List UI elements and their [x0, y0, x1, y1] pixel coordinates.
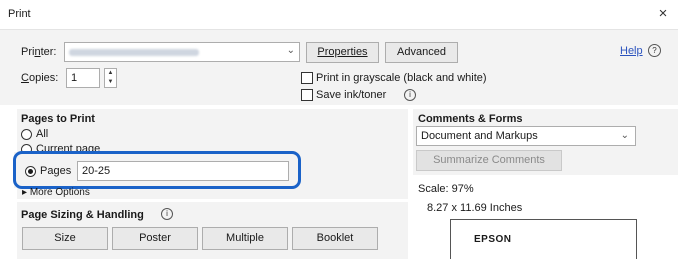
tab-size[interactable]: Size [22, 227, 108, 250]
comments-forms-heading: Comments & Forms [418, 113, 523, 125]
printer-label: Printer: [21, 46, 57, 58]
summarize-comments-button[interactable]: Summarize Comments [416, 150, 562, 171]
window-title: Print [8, 8, 31, 20]
more-options-label[interactable]: ▸ More Options [22, 187, 90, 198]
radio-all[interactable] [21, 129, 32, 140]
scale-label: Scale: 97% [418, 183, 474, 195]
chevron-down-icon: ⌄ [620, 130, 629, 141]
help-icon[interactable]: ? [648, 44, 661, 57]
save-ink-checkbox[interactable] [301, 89, 313, 101]
page-sizing-heading: Page Sizing & Handling [21, 209, 144, 221]
brand-logo: EPSON [474, 234, 512, 245]
advanced-button[interactable]: Advanced [385, 42, 458, 63]
chevron-down-icon: ⌄ [286, 45, 295, 56]
pages-highlight-box [13, 151, 301, 189]
title-bar: Print × [0, 0, 678, 30]
tab-multiple[interactable]: Multiple [202, 227, 288, 250]
copies-label: Copies: [21, 72, 59, 84]
copies-input[interactable]: 1 [66, 68, 100, 88]
tab-booklet[interactable]: Booklet [292, 227, 378, 250]
paper-size-label: 8.27 x 11.69 Inches [427, 202, 523, 214]
comments-forms-select[interactable]: Document and Markups ⌄ [416, 126, 636, 146]
grayscale-checkbox[interactable] [301, 72, 313, 84]
save-ink-label: Save ink/toner [316, 89, 387, 101]
grayscale-label: Print in grayscale (black and white) [316, 72, 487, 84]
copies-spinner[interactable]: ▲ ▼ [104, 68, 117, 88]
info-icon[interactable]: i [404, 89, 416, 101]
pages-to-print-heading: Pages to Print [21, 113, 95, 125]
info-icon[interactable]: i [161, 208, 173, 220]
properties-button[interactable]: Properties [306, 42, 379, 63]
tab-poster[interactable]: Poster [112, 227, 198, 250]
help-link[interactable]: Help [620, 45, 643, 57]
all-label: All [36, 128, 49, 140]
printer-select[interactable]: ⌄ [64, 42, 300, 62]
comments-forms-value: Document and Markups [421, 130, 538, 142]
printer-name-obscured [69, 49, 199, 56]
close-icon[interactable]: × [654, 5, 672, 23]
